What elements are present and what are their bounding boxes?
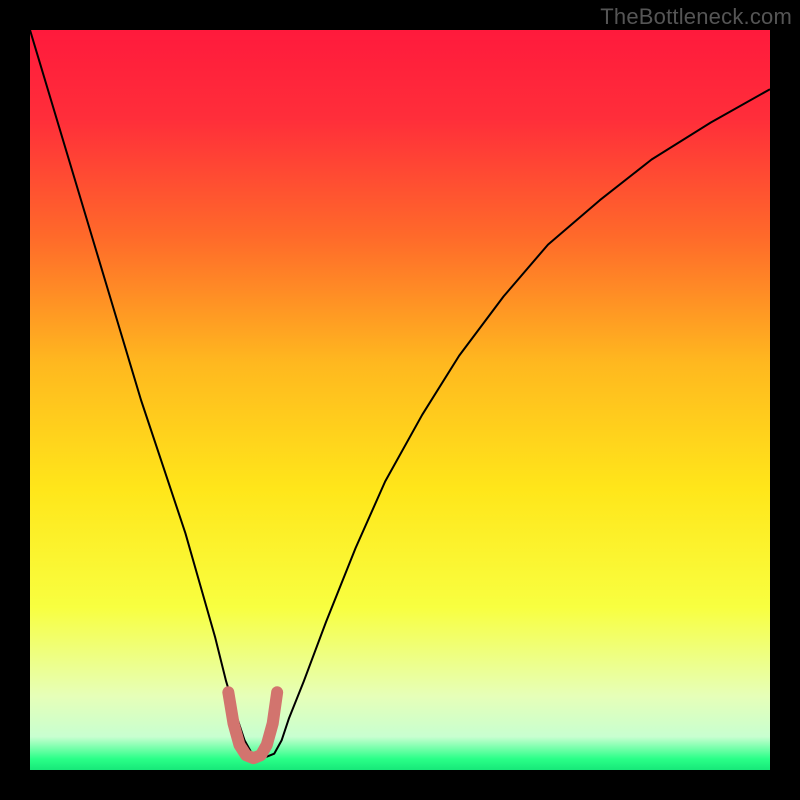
chart-svg [30,30,770,770]
chart-frame: TheBottleneck.com [0,0,800,800]
watermark-text: TheBottleneck.com [600,4,792,30]
plot-area [30,30,770,770]
